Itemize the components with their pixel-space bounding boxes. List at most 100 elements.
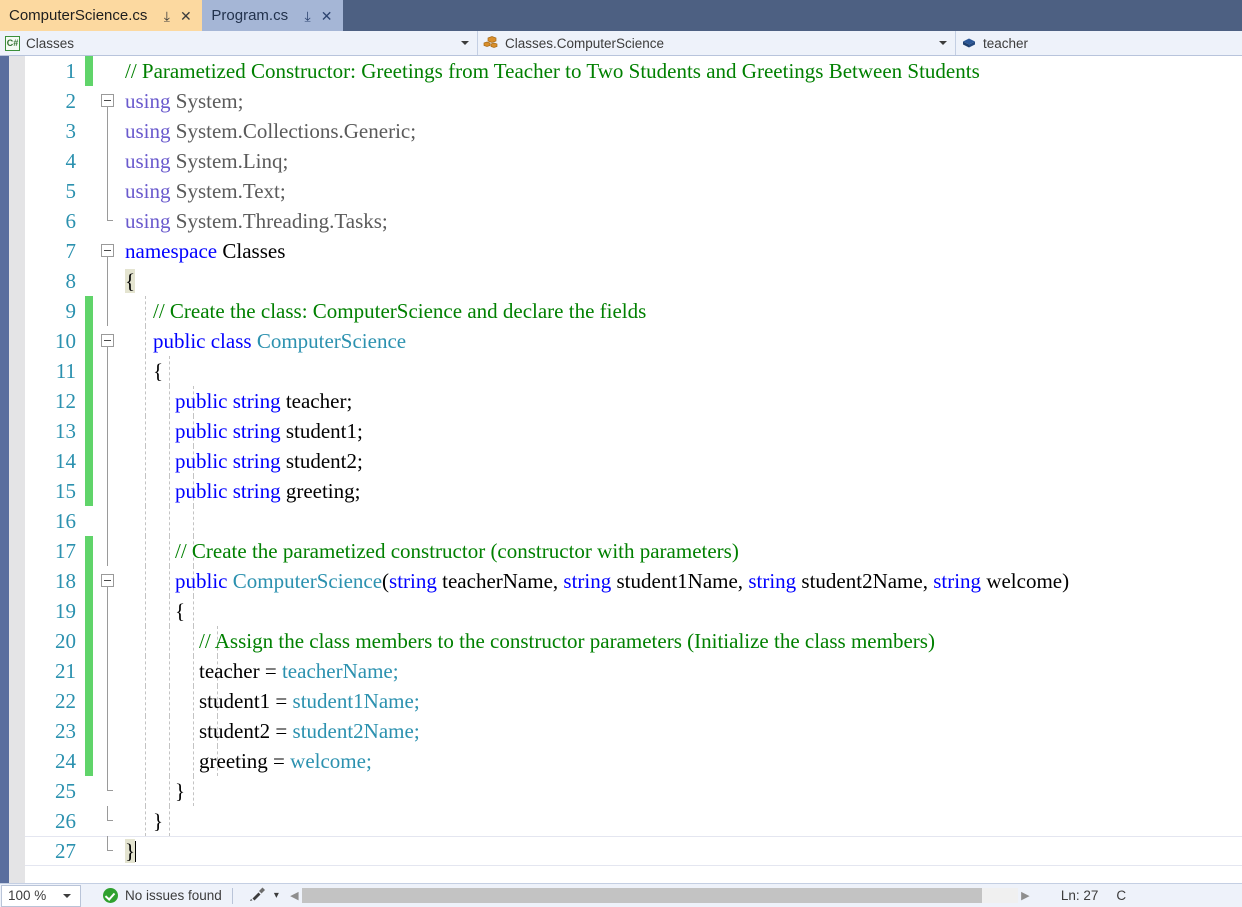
- code-line[interactable]: 5 using System.Text;: [25, 176, 1242, 206]
- code-line[interactable]: 23 student2 = student2Name;: [25, 716, 1242, 746]
- code-line-content[interactable]: student2 = student2Name;: [119, 716, 1242, 746]
- code-line[interactable]: 21 teacher = teacherName;: [25, 656, 1242, 686]
- outline-fold-column[interactable]: [97, 86, 119, 116]
- code-line[interactable]: 8{: [25, 266, 1242, 296]
- outline-fold-column[interactable]: [97, 806, 119, 836]
- outline-fold-column[interactable]: [97, 836, 119, 866]
- code-line-content[interactable]: using System.Collections.Generic;: [119, 116, 1242, 146]
- code-line[interactable]: 13 public string student1;: [25, 416, 1242, 446]
- scroll-left-arrow[interactable]: ◀: [287, 887, 302, 904]
- code-line[interactable]: 9 // Create the class: ComputerScience an…: [25, 296, 1242, 326]
- member-dropdown[interactable]: teacher: [956, 31, 1242, 55]
- outline-fold-column[interactable]: [97, 266, 119, 296]
- code-line-content[interactable]: using System.Text;: [119, 176, 1242, 206]
- fold-collapse-button[interactable]: [101, 244, 114, 257]
- project-dropdown[interactable]: C# Classes: [0, 31, 478, 55]
- outline-fold-column[interactable]: [97, 326, 119, 356]
- code-line[interactable]: 15 public string greeting;: [25, 476, 1242, 506]
- code-line[interactable]: 12 public string teacher;: [25, 386, 1242, 416]
- code-line-content[interactable]: // Create the parametized constructor (c…: [119, 536, 1242, 566]
- outline-fold-column[interactable]: [97, 176, 119, 206]
- outline-fold-column[interactable]: [97, 206, 119, 236]
- outline-fold-column[interactable]: [97, 596, 119, 626]
- code-line-content[interactable]: // Create the class: ComputerScience and…: [119, 296, 1242, 326]
- code-line-content[interactable]: student1 = student1Name;: [119, 686, 1242, 716]
- fold-collapse-button[interactable]: [101, 574, 114, 587]
- chevron-down-icon[interactable]: [63, 893, 71, 898]
- code-line-content[interactable]: public string teacher;: [119, 386, 1242, 416]
- code-line-content[interactable]: // Parametized Constructor: Greetings fr…: [119, 56, 1242, 86]
- code-line-content[interactable]: {: [119, 596, 1242, 626]
- scroll-right-arrow[interactable]: ▶: [1018, 887, 1033, 904]
- code-line[interactable]: 6 using System.Threading.Tasks;: [25, 206, 1242, 236]
- fold-collapse-button[interactable]: [101, 94, 114, 107]
- outline-fold-column[interactable]: [97, 146, 119, 176]
- code-line[interactable]: 26}: [25, 806, 1242, 836]
- outline-fold-column[interactable]: [97, 536, 119, 566]
- code-line[interactable]: 19 {: [25, 596, 1242, 626]
- outline-fold-column[interactable]: [97, 386, 119, 416]
- scrollbar-track[interactable]: [301, 888, 1018, 903]
- code-line[interactable]: 24 greeting = welcome;: [25, 746, 1242, 776]
- type-dropdown[interactable]: Classes.ComputerScience: [478, 31, 956, 55]
- code-line-content[interactable]: public ComputerScience(string teacherNam…: [119, 566, 1242, 596]
- outline-fold-column[interactable]: [97, 776, 119, 806]
- code-line[interactable]: 16: [25, 506, 1242, 536]
- code-line[interactable]: 27}: [25, 836, 1242, 866]
- outline-fold-column[interactable]: [97, 626, 119, 656]
- chevron-down-icon[interactable]: [939, 41, 947, 45]
- outline-fold-column[interactable]: [97, 746, 119, 776]
- code-line-content[interactable]: }: [119, 776, 1242, 806]
- code-line[interactable]: 17 // Create the parametized constructor …: [25, 536, 1242, 566]
- outline-fold-column[interactable]: [97, 566, 119, 596]
- code-line[interactable]: 25}: [25, 776, 1242, 806]
- code-line-content[interactable]: greeting = welcome;: [119, 746, 1242, 776]
- code-line-content[interactable]: }: [119, 806, 1242, 836]
- outline-fold-column[interactable]: [97, 686, 119, 716]
- code-line-content[interactable]: {: [119, 266, 1242, 296]
- code-surface[interactable]: 1 // Parametized Constructor: Greetings f…: [25, 56, 1242, 883]
- code-line[interactable]: 10 public class ComputerScience: [25, 326, 1242, 356]
- code-line-content[interactable]: using System;: [119, 86, 1242, 116]
- tab-program-cs[interactable]: Program.cs ⤓ ✕: [202, 0, 344, 31]
- close-icon[interactable]: ✕: [178, 9, 193, 23]
- code-line[interactable]: 4 using System.Linq;: [25, 146, 1242, 176]
- outline-fold-column[interactable]: [97, 116, 119, 146]
- code-line-content[interactable]: public string student2;: [119, 446, 1242, 476]
- outline-fold-column[interactable]: [97, 446, 119, 476]
- outline-fold-column[interactable]: [97, 416, 119, 446]
- outline-fold-column[interactable]: [97, 236, 119, 266]
- code-line[interactable]: 18 public ComputerScience(string teacherN…: [25, 566, 1242, 596]
- outline-fold-column[interactable]: [97, 656, 119, 686]
- code-line-content[interactable]: using System.Threading.Tasks;: [119, 206, 1242, 236]
- code-line-content[interactable]: using System.Linq;: [119, 146, 1242, 176]
- code-line-content[interactable]: {: [119, 356, 1242, 386]
- code-line-content[interactable]: public string greeting;: [119, 476, 1242, 506]
- code-line-content[interactable]: namespace Classes: [119, 236, 1242, 266]
- code-line-content[interactable]: // Assign the class members to the const…: [119, 626, 1242, 656]
- close-icon[interactable]: ✕: [319, 9, 334, 23]
- scrollbar-thumb[interactable]: [301, 888, 982, 903]
- code-line[interactable]: 22 student1 = student1Name;: [25, 686, 1242, 716]
- pin-icon[interactable]: ⤓: [300, 9, 315, 23]
- code-line-content[interactable]: public string student1;: [119, 416, 1242, 446]
- code-line[interactable]: 14 public string student2;: [25, 446, 1242, 476]
- code-line-content[interactable]: }: [119, 836, 1242, 866]
- code-line[interactable]: 7 namespace Classes: [25, 236, 1242, 266]
- horizontal-scrollbar[interactable]: ◀ ▶: [287, 887, 1033, 904]
- code-cleanup-button[interactable]: ▾: [249, 886, 279, 905]
- outline-fold-column[interactable]: [97, 716, 119, 746]
- outline-fold-column[interactable]: [97, 356, 119, 386]
- code-line-content[interactable]: [119, 506, 1242, 536]
- outline-fold-column[interactable]: [97, 296, 119, 326]
- chevron-down-icon[interactable]: [461, 41, 469, 45]
- outline-fold-column[interactable]: [97, 56, 119, 86]
- chevron-down-icon[interactable]: ▾: [274, 890, 279, 901]
- code-line[interactable]: 2 using System;: [25, 86, 1242, 116]
- code-line[interactable]: 3 using System.Collections.Generic;: [25, 116, 1242, 146]
- zoom-level-dropdown[interactable]: 100 %: [1, 884, 81, 907]
- outline-fold-column[interactable]: [97, 506, 119, 536]
- code-line[interactable]: 11 {: [25, 356, 1242, 386]
- code-line[interactable]: 20 // Assign the class members to the con…: [25, 626, 1242, 656]
- code-line-content[interactable]: public class ComputerScience: [119, 326, 1242, 356]
